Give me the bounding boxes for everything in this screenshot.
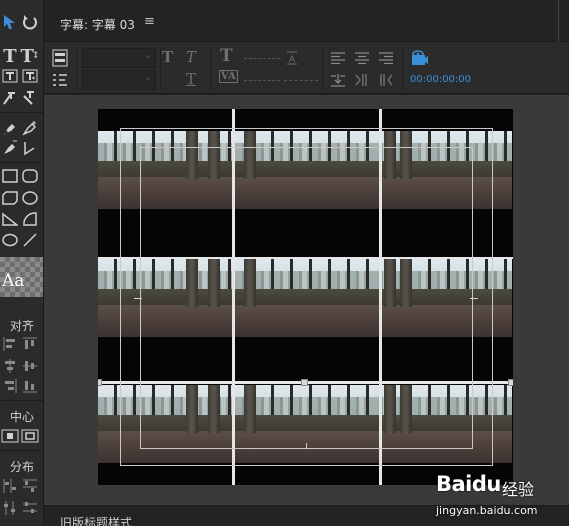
font-size-value[interactable] <box>244 58 280 59</box>
tab-stop-center-icon[interactable] <box>352 70 372 90</box>
panel-menu-icon[interactable]: ≡ <box>144 14 155 29</box>
kerning-value[interactable] <box>244 80 280 81</box>
format-toolbar: ⌄ ⌄ T T T T VA A 00:00:00:00 <box>44 42 569 94</box>
add-anchor-icon[interactable] <box>20 118 40 138</box>
panel-title[interactable]: 字幕: 字幕 03 <box>60 16 135 33</box>
tool-palette: T T ↕ Aa 对齐 中心 分布 <box>0 0 44 526</box>
background-timecode[interactable]: 00:00:00:00 <box>410 74 471 85</box>
center-horizontal-icon[interactable] <box>0 426 20 446</box>
center-mark <box>306 147 307 153</box>
align-top-icon[interactable] <box>20 334 40 354</box>
kerning-icon: VA <box>219 70 238 83</box>
ellipse-tool-icon[interactable] <box>0 230 20 250</box>
font-size-icon: T <box>220 46 233 66</box>
type-tool-icon[interactable]: T <box>0 46 20 67</box>
align-text-left-icon[interactable] <box>328 48 348 68</box>
baidu-logo: Baidu <box>436 472 501 496</box>
baidu-jingyan-watermark: Baidu 经验 jingyan.baidu.com <box>436 470 566 524</box>
background-video-frame <box>98 109 513 485</box>
center-vertical-icon[interactable] <box>20 426 40 446</box>
align-text-right-icon[interactable] <box>376 48 396 68</box>
selection-handle[interactable] <box>98 379 102 386</box>
tab-stop-left-icon[interactable] <box>328 70 348 90</box>
title-safe-area <box>140 147 473 449</box>
style-swatch-text: Aa <box>2 271 25 291</box>
align-left-icon[interactable] <box>0 334 20 354</box>
align-bottom-icon[interactable] <box>20 376 40 396</box>
style-swatch[interactable]: Aa <box>0 257 43 297</box>
center-mark <box>306 443 307 449</box>
arc-tool-icon[interactable] <box>20 209 40 229</box>
font-style-select[interactable]: ⌄ <box>82 70 156 90</box>
leading-icon: A <box>282 48 302 68</box>
area-type-tool-icon[interactable] <box>0 66 20 86</box>
selection-handle[interactable] <box>301 379 308 386</box>
tab-stops-icon[interactable] <box>50 70 70 90</box>
align-text-center-icon[interactable] <box>352 48 372 68</box>
rounded-corner-icon[interactable] <box>20 188 40 208</box>
distribute-center-icon[interactable] <box>0 498 20 518</box>
center-mark <box>470 298 478 299</box>
rotation-tool-icon[interactable] <box>20 12 40 32</box>
vertical-area-type-tool-icon[interactable] <box>20 66 40 86</box>
distribute-left-icon[interactable] <box>0 476 20 496</box>
rectangle-tool-icon[interactable] <box>0 166 20 186</box>
italic-button[interactable]: T <box>186 48 196 66</box>
selection-handle[interactable] <box>508 379 513 386</box>
font-family-select[interactable]: ⌄ <box>82 48 156 68</box>
pen-tool-icon[interactable] <box>0 118 20 138</box>
roll-crawl-icon[interactable] <box>50 48 70 68</box>
distribute-section-label: 分布 <box>9 460 34 474</box>
vertical-path-type-tool-icon[interactable] <box>20 88 40 108</box>
center-section-label: 中心 <box>9 410 34 424</box>
vertical-type-tool-icon[interactable]: T ↕ <box>20 46 40 67</box>
delete-anchor-icon[interactable] <box>0 138 20 158</box>
jingyan-brand: 经验 <box>502 480 535 499</box>
align-right-icon[interactable] <box>0 376 20 396</box>
align-center-h-icon[interactable] <box>0 356 20 376</box>
align-center-v-icon[interactable] <box>20 356 40 376</box>
svg-text:A: A <box>289 55 296 65</box>
legacy-title-styles-label[interactable]: 旧版标题样式 <box>60 514 132 526</box>
watermark-url: jingyan.baidu.com <box>436 504 538 517</box>
center-mark <box>134 298 142 299</box>
bold-button[interactable]: T <box>162 48 173 66</box>
title-canvas[interactable] <box>44 95 569 505</box>
align-section-label: 对齐 <box>9 319 34 333</box>
rounded-rectangle-tool-icon[interactable] <box>20 166 40 186</box>
distribute-top-icon[interactable] <box>20 476 40 496</box>
tab-stop-right-icon[interactable] <box>376 70 396 90</box>
path-type-tool-icon[interactable] <box>0 88 20 108</box>
clipped-corner-icon[interactable] <box>0 188 20 208</box>
tracking-value[interactable] <box>284 80 318 81</box>
titler-panel-header: 字幕: 字幕 03 ≡ <box>44 0 569 42</box>
underline-button[interactable]: T <box>186 70 196 88</box>
selection-tool-icon[interactable] <box>0 12 20 32</box>
distribute-middle-icon[interactable] <box>20 498 40 518</box>
convert-anchor-icon[interactable] <box>20 138 40 158</box>
wedge-tool-icon[interactable] <box>0 209 20 229</box>
line-tool-icon[interactable] <box>20 230 40 250</box>
show-background-video-icon[interactable] <box>410 48 430 68</box>
